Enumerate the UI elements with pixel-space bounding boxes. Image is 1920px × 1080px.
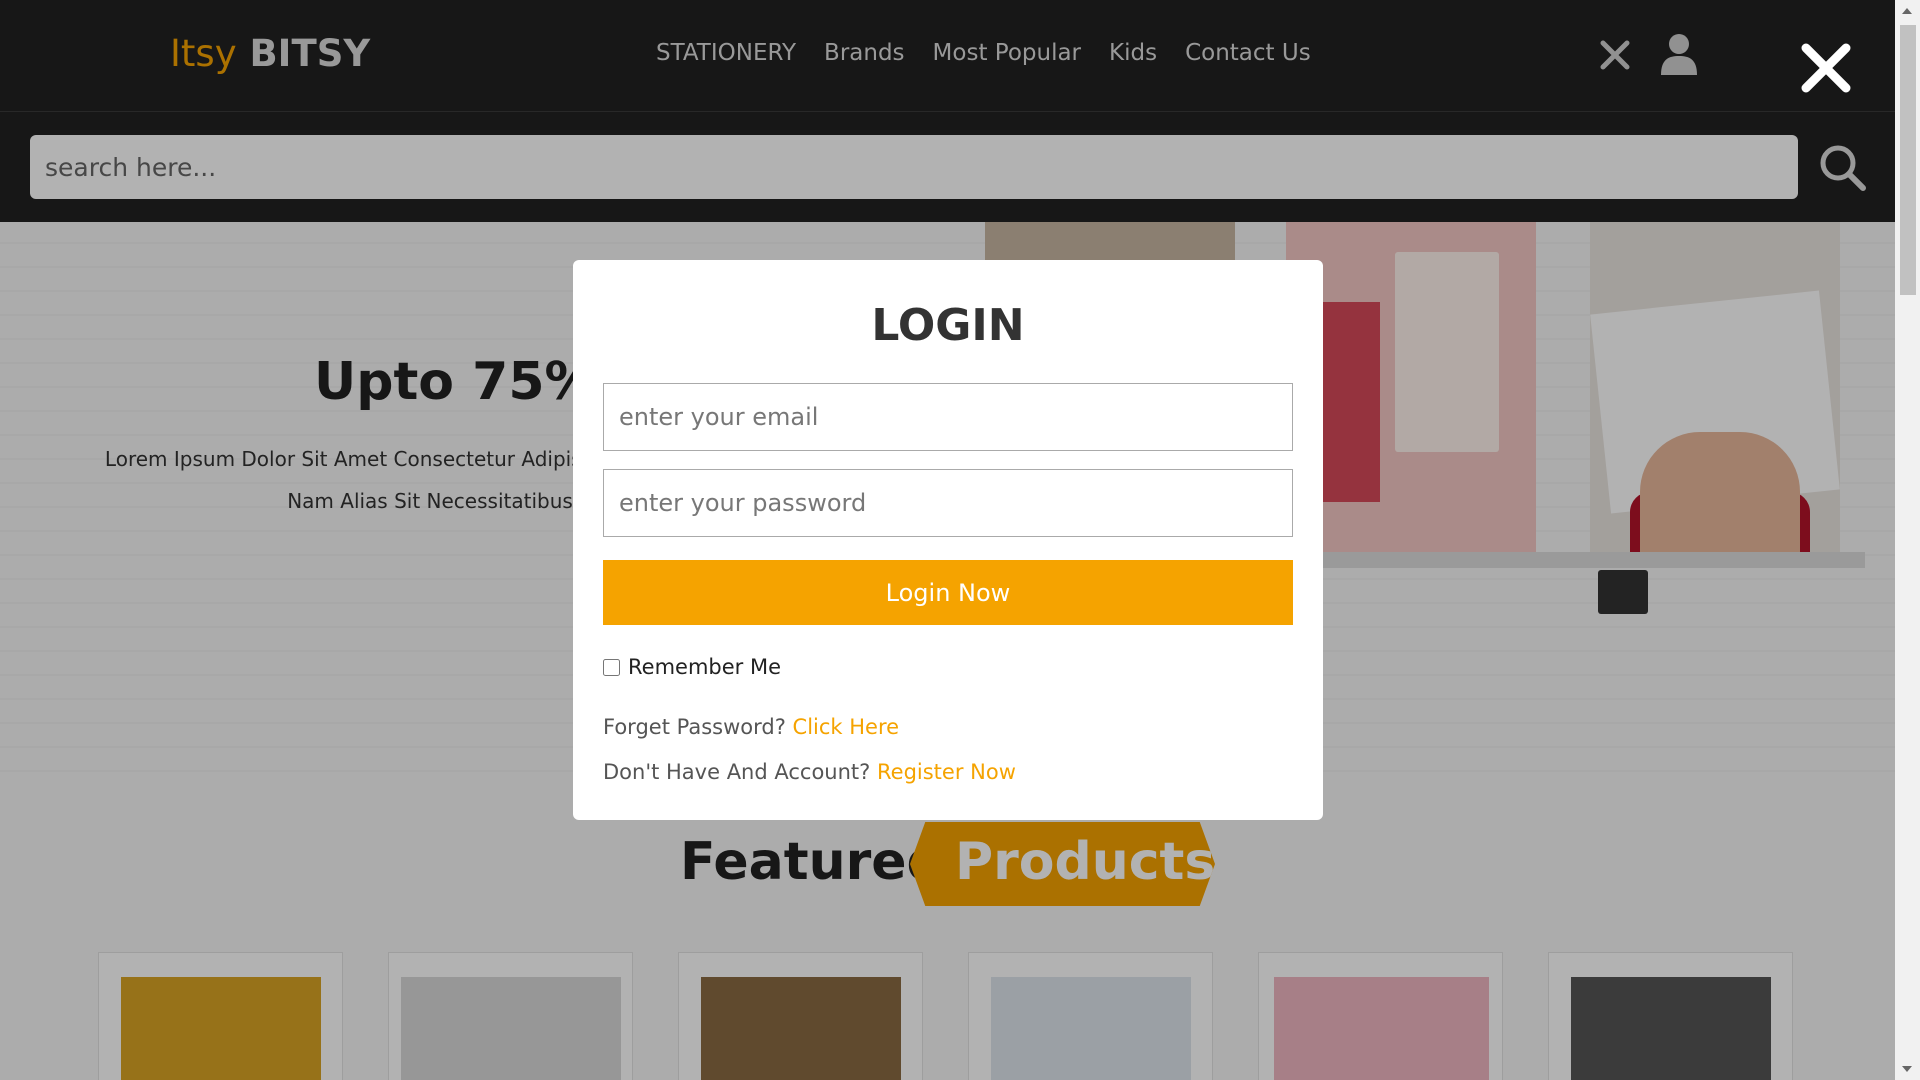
register-line: Don't Have And Account? Register Now [603,760,1016,784]
scroll-thumb[interactable] [1900,25,1916,295]
remember-me-checkbox[interactable] [603,658,620,676]
login-button[interactable]: Login Now [603,560,1293,625]
remember-me-label: Remember Me [628,655,781,679]
page-scrollbar[interactable] [1895,0,1920,1080]
remember-me[interactable]: Remember Me [603,655,781,679]
email-field[interactable] [603,383,1293,451]
register-link[interactable]: Register Now [877,760,1016,784]
login-modal: LOGIN Login Now Remember Me Forget Passw… [573,260,1323,820]
scroll-down-arrow[interactable] [1902,1066,1912,1072]
forgot-password-text: Forget Password? [603,715,786,739]
password-field[interactable] [603,469,1293,537]
register-text: Don't Have And Account? [603,760,871,784]
forgot-password-link[interactable]: Click Here [793,715,900,739]
close-modal-icon[interactable] [1800,42,1852,94]
login-title: LOGIN [871,300,1025,351]
forgot-password-line: Forget Password? Click Here [603,715,899,739]
scroll-up-arrow[interactable] [1902,8,1912,14]
